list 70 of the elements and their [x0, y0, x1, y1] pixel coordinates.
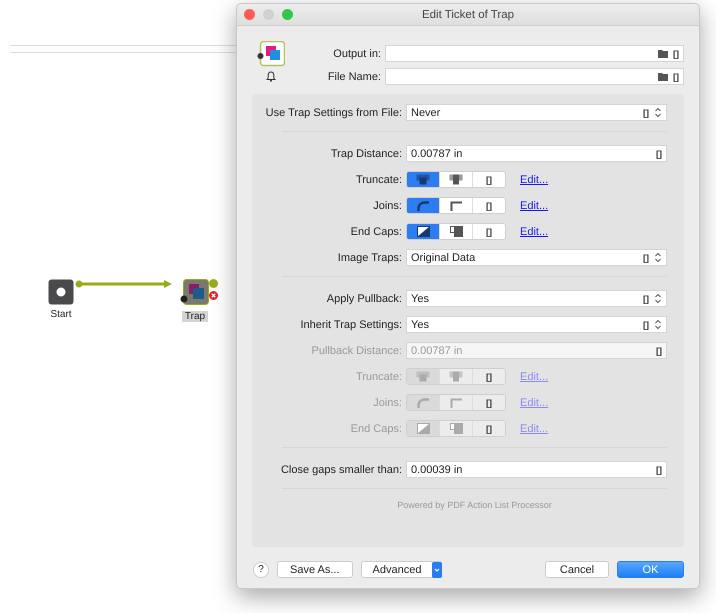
dialog-button[interactable]: Cancel [545, 561, 609, 578]
variable-button[interactable]: [] [673, 48, 679, 58]
window-title: Edit Ticket of Trap [422, 8, 514, 20]
diagonal-square-icon [416, 226, 430, 237]
variable-button[interactable]: [] [673, 72, 679, 82]
node-label: Trap [182, 311, 208, 322]
setting-label: Apply Pullback: [326, 292, 402, 304]
field-label: Output in: [332, 48, 381, 60]
stepper-arrows-icon[interactable] [654, 293, 662, 304]
path-field[interactable]: [] [385, 45, 684, 62]
setting-label: Truncate: [354, 370, 402, 382]
segment-button[interactable] [439, 172, 472, 187]
setting-label: Use Trap Settings from File: [264, 106, 402, 118]
node-label: Start [49, 309, 73, 320]
value-field: 0.00787 in [] [406, 342, 667, 359]
stepper-arrows-icon[interactable] [654, 252, 662, 263]
path-field[interactable]: [] [385, 68, 684, 85]
value-field[interactable]: 0.00039 in [] [406, 461, 667, 478]
trap-node-icon[interactable] [180, 279, 210, 307]
popup-menu[interactable]: Yes [] [406, 290, 667, 307]
setting-label: Close gaps smaller than: [280, 464, 402, 476]
caret-icon [432, 562, 442, 578]
popup-menu[interactable]: Yes [] [406, 316, 667, 333]
stacked-shape-icon [449, 174, 463, 185]
overlap-icon [416, 371, 430, 382]
setting-label: Pullback Distance: [310, 344, 402, 356]
stepper-arrows-icon[interactable] [654, 319, 662, 330]
diagonal-square-icon [416, 423, 430, 434]
powered-by-text: Powered by PDF Action List Processor [396, 500, 553, 510]
close-button[interactable] [244, 9, 255, 20]
dialog-button[interactable]: Save As... [277, 561, 353, 578]
segment-button[interactable]: [] [472, 198, 505, 213]
segment-button[interactable] [439, 224, 472, 239]
edit-link[interactable]: Edit... [520, 226, 548, 238]
advanced-menu-button[interactable]: Advanced [360, 561, 442, 578]
trap-action-icon [257, 41, 285, 67]
setting-label: Joins: [372, 396, 402, 408]
edit-link[interactable]: Edit... [520, 200, 548, 212]
round-corner-icon [417, 398, 429, 408]
segment-button[interactable] [439, 198, 472, 213]
folder-icon[interactable] [658, 72, 668, 80]
popup-menu[interactable]: Original Data [] [406, 249, 667, 266]
segment-button[interactable] [407, 224, 439, 239]
setting-label: End Caps: [350, 422, 402, 434]
stacked-shape-icon [449, 371, 463, 382]
setting-label: Image Traps: [336, 252, 402, 264]
error-port-icon[interactable] [209, 291, 218, 300]
setting-label: Joins: [372, 200, 402, 212]
overlap-icon [416, 174, 430, 185]
edit-link[interactable]: Edit... [520, 174, 548, 186]
stepper-arrows-icon[interactable] [654, 107, 662, 118]
value-field[interactable]: 0.00787 in [] [406, 145, 667, 162]
setting-label: Truncate: [354, 174, 402, 186]
segment-button[interactable]: [] [472, 172, 505, 187]
square-cap-icon [450, 423, 462, 434]
square-corner-icon [450, 200, 462, 210]
round-corner-icon [417, 200, 429, 210]
help-button[interactable]: ? [253, 562, 269, 578]
field-label: File Name: [326, 70, 381, 82]
popup-menu[interactable]: Never [] [406, 104, 667, 121]
output-port-icon[interactable] [209, 279, 218, 288]
setting-label: End Caps: [350, 226, 402, 238]
setting-label: Trap Distance: [330, 148, 402, 160]
square-cap-icon [450, 226, 462, 237]
square-corner-icon [450, 398, 462, 408]
segment-button[interactable]: [] [472, 224, 505, 239]
setting-label: Inherit Trap Settings: [300, 318, 402, 330]
start-node-icon[interactable] [48, 279, 74, 305]
bell-icon[interactable] [266, 71, 276, 82]
folder-icon[interactable] [658, 50, 668, 58]
